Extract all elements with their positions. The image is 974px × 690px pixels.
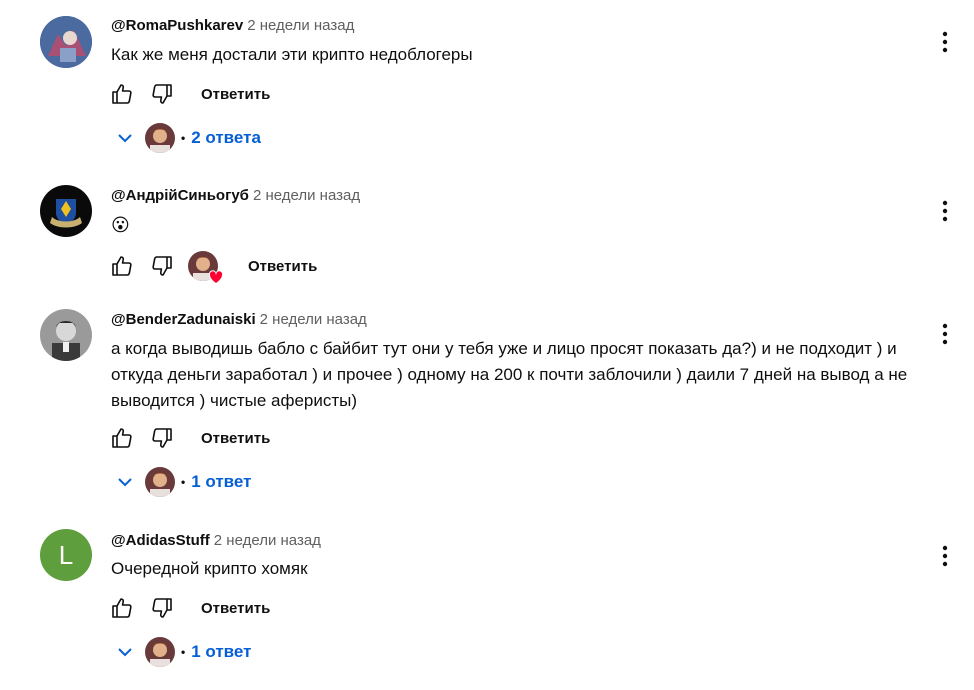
replies-count[interactable]: 2 ответа [191,128,261,148]
avatar-letter: L [40,529,92,581]
avatar[interactable] [40,16,92,68]
thumb-up-icon[interactable] [108,594,136,622]
replies-toggle[interactable]: • 1 ответ [114,636,251,668]
chevron-down-icon [114,471,136,493]
comment-author[interactable]: @BenderZadunaiski [111,311,256,328]
more-vert-icon[interactable] [935,320,955,348]
comment-time[interactable]: 2 недели назад [214,532,321,549]
thumb-down-icon[interactable] [148,594,176,622]
reply-button[interactable]: Ответить [201,600,270,617]
reply-button[interactable]: Ответить [248,258,317,275]
creator-avatar [145,123,175,153]
reply-button[interactable]: Ответить [201,86,270,103]
comment-text: а когда выводишь бабло с байбит тут они … [111,339,908,410]
replies-count[interactable]: 1 ответ [191,472,251,492]
comment-author[interactable]: @RomaPushkarev [111,17,243,34]
more-vert-icon[interactable] [935,28,955,56]
comment-text: 😮 [111,215,130,235]
comment-time[interactable]: 2 недели назад [247,17,354,34]
thumb-down-icon[interactable] [148,252,176,280]
comment-actions: Ответить [108,424,270,452]
comment-actions: Ответить [108,594,270,622]
replies-toggle[interactable]: • 2 ответа [114,122,261,154]
thumb-down-icon[interactable] [148,80,176,108]
comment-author[interactable]: @AdidasStuff [111,532,210,549]
comment-text: Очередной крипто хомяк [111,559,308,578]
avatar[interactable] [40,309,92,361]
chevron-down-icon [114,127,136,149]
reply-button[interactable]: Ответить [201,430,270,447]
comment-time[interactable]: 2 недели назад [260,311,367,328]
comment-actions: Ответить [108,80,270,108]
thumb-down-icon[interactable] [148,424,176,452]
chevron-down-icon [114,641,136,663]
thumb-up-icon[interactable] [108,80,136,108]
creator-avatar [145,467,175,497]
more-vert-icon[interactable] [935,542,955,570]
avatar[interactable] [40,185,92,237]
comment-actions: Ответить [108,251,317,285]
thumb-up-icon[interactable] [108,424,136,452]
heart-icon [208,270,224,285]
replies-toggle[interactable]: • 1 ответ [114,466,251,498]
separator-dot: • [181,645,186,659]
comment-text: Как же меня достали эти крипто недоблоге… [111,45,473,64]
separator-dot: • [181,475,186,489]
creator-avatar [145,637,175,667]
thumb-up-icon[interactable] [108,252,136,280]
comment-author[interactable]: @АндрійСиньогуб [111,187,249,204]
separator-dot: • [181,131,186,145]
creator-heart-badge [188,251,224,285]
avatar[interactable]: L [40,529,92,581]
replies-count[interactable]: 1 ответ [191,642,251,662]
more-vert-icon[interactable] [935,197,955,225]
comment-time[interactable]: 2 недели назад [253,187,360,204]
